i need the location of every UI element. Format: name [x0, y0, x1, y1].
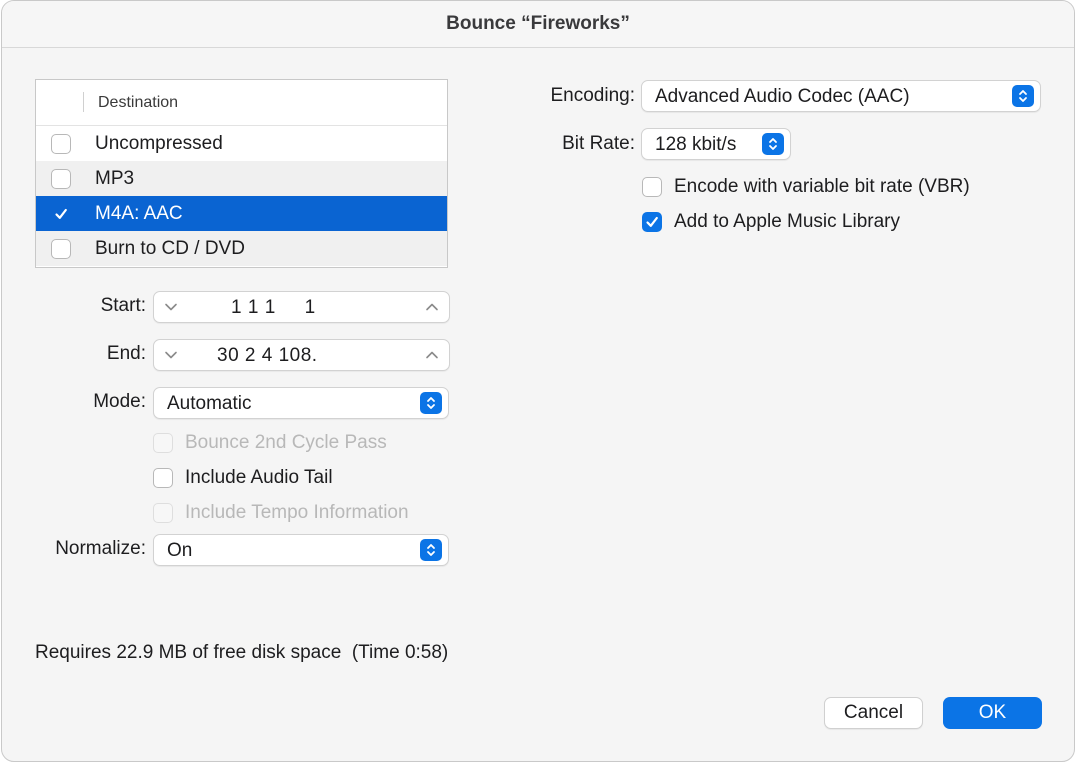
disk-space-status: Requires 22.9 MB of free disk space (Tim…	[35, 642, 449, 663]
normalize-label: Normalize:	[55, 538, 146, 559]
normalize-value: On	[167, 540, 193, 561]
bit-rate-value: 128 kbit/s	[655, 134, 737, 155]
up-down-chevrons-icon	[420, 539, 442, 561]
bounce-2nd-cycle-label: Bounce 2nd Cycle Pass	[185, 432, 387, 453]
start-position-field[interactable]: 1 1 1 1	[153, 291, 450, 323]
mode-popup[interactable]: Automatic	[153, 387, 449, 419]
encoding-label: Encoding:	[550, 85, 635, 106]
mode-label: Mode:	[93, 391, 146, 412]
include-tempo-option: Include Tempo Information	[153, 502, 409, 524]
vbr-label[interactable]: Encode with variable bit rate (VBR)	[674, 176, 970, 198]
chevron-up-icon[interactable]	[424, 348, 440, 362]
title-bar: Bounce “Fireworks”	[2, 1, 1074, 48]
up-down-chevrons-icon	[1012, 85, 1034, 107]
up-down-chevrons-icon	[762, 133, 784, 155]
end-position-value[interactable]: 30 2 4 108.	[217, 345, 318, 367]
start-position-value[interactable]: 1 1 1 1	[231, 297, 316, 319]
include-tempo-label: Include Tempo Information	[185, 502, 409, 523]
destination-item-label: Uncompressed	[95, 133, 223, 154]
vbr-option[interactable]: Encode with variable bit rate (VBR)	[642, 176, 970, 198]
destination-checkbox-burn-cd-dvd[interactable]	[51, 239, 71, 259]
dialog-title: Bounce “Fireworks”	[446, 13, 630, 34]
destination-item-burn-cd-dvd[interactable]: Burn to CD / DVD	[36, 231, 447, 266]
add-to-apple-music-checkbox[interactable]	[642, 212, 662, 232]
add-to-apple-music-label[interactable]: Add to Apple Music Library	[674, 211, 900, 233]
checkmark-icon	[646, 216, 658, 227]
add-to-apple-music-option[interactable]: Add to Apple Music Library	[642, 211, 900, 233]
destination-checkbox-m4a-aac[interactable]	[51, 204, 71, 224]
end-position-field[interactable]: 30 2 4 108.	[153, 339, 450, 371]
destination-list: Destination Uncompressed MP3 M4A: AAC Bu…	[35, 79, 448, 268]
destination-header: Destination	[36, 80, 447, 126]
destination-checkbox-uncompressed[interactable]	[51, 134, 71, 154]
mode-value: Automatic	[167, 393, 252, 414]
cancel-button[interactable]: Cancel	[824, 697, 923, 729]
encoding-value: Advanced Audio Codec (AAC)	[655, 86, 910, 107]
include-tempo-checkbox	[153, 503, 173, 523]
destination-checkbox-mp3[interactable]	[51, 169, 71, 189]
checkmark-icon	[55, 208, 67, 219]
include-audio-tail-option[interactable]: Include Audio Tail	[153, 467, 333, 489]
normalize-popup[interactable]: On	[153, 534, 449, 566]
destination-item-mp3[interactable]: MP3	[36, 161, 447, 196]
include-audio-tail-checkbox[interactable]	[153, 468, 173, 488]
destination-item-label: Burn to CD / DVD	[95, 238, 245, 259]
up-down-chevrons-icon	[420, 392, 442, 414]
start-label: Start:	[100, 295, 146, 316]
destination-item-uncompressed[interactable]: Uncompressed	[36, 126, 447, 161]
encoding-popup[interactable]: Advanced Audio Codec (AAC)	[641, 80, 1041, 112]
column-separator	[83, 92, 84, 112]
chevron-down-icon[interactable]	[163, 348, 179, 362]
include-audio-tail-label[interactable]: Include Audio Tail	[185, 467, 333, 489]
bounce-2nd-cycle-option: Bounce 2nd Cycle Pass	[153, 432, 387, 454]
destination-item-label: MP3	[95, 168, 135, 189]
bit-rate-label: Bit Rate:	[562, 133, 635, 154]
destination-item-label: M4A: AAC	[95, 203, 183, 224]
destination-header-label: Destination	[98, 94, 179, 111]
chevron-up-icon[interactable]	[424, 300, 440, 314]
end-label: End:	[106, 343, 146, 364]
bounce-2nd-cycle-checkbox	[153, 433, 173, 453]
chevron-down-icon[interactable]	[163, 300, 179, 314]
ok-button[interactable]: OK	[943, 697, 1042, 729]
bounce-dialog: Bounce “Fireworks” Destination Uncompres…	[1, 0, 1075, 762]
vbr-checkbox[interactable]	[642, 177, 662, 197]
bit-rate-popup[interactable]: 128 kbit/s	[641, 128, 791, 160]
destination-item-m4a-aac[interactable]: M4A: AAC	[36, 196, 447, 231]
